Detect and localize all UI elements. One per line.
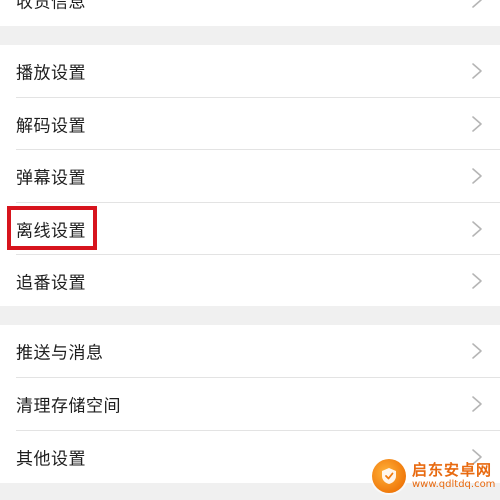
settings-item-decoding[interactable]: 解码设置 (0, 98, 500, 150)
settings-item-label: 弹幕设置 (16, 168, 86, 189)
watermark-title: 启东安卓网 (412, 461, 493, 480)
settings-item-clear-storage[interactable]: 清理存储空间 (0, 378, 500, 430)
chevron-right-icon (472, 0, 482, 8)
chevron-right-icon (472, 63, 482, 79)
watermark-url: www.qdltdq.com (412, 478, 496, 490)
settings-item-label: 推送与消息 (16, 343, 104, 364)
settings-item-label: 清理存储空间 (16, 396, 121, 417)
watermark: 启东安卓网 www.qdltdq.com (372, 452, 500, 500)
settings-item-label: 解码设置 (16, 116, 86, 137)
settings-item-label: 其他设置 (16, 449, 86, 470)
chevron-right-icon (472, 221, 482, 237)
chevron-right-icon (472, 273, 482, 289)
chevron-right-icon (472, 396, 482, 412)
settings-item-playback[interactable]: 播放设置 (0, 45, 500, 97)
settings-item-shipping-info[interactable]: 收货信息 (0, 0, 500, 26)
settings-item-push-messages[interactable]: 推送与消息 (0, 325, 500, 377)
settings-item-follow-anime[interactable]: 追番设置 (0, 255, 500, 307)
highlight-box (7, 206, 97, 250)
watermark-logo-icon (372, 459, 406, 493)
shield-icon (382, 468, 396, 484)
chevron-right-icon (472, 168, 482, 184)
settings-item-label: 播放设置 (16, 63, 86, 84)
settings-item-danmaku[interactable]: 弹幕设置 (0, 150, 500, 202)
settings-group-playback: 播放设置 解码设置 弹幕设置 离线设置 追番设置 (0, 45, 500, 306)
settings-group-top: 收货信息 (0, 0, 500, 26)
settings-item-label: 收货信息 (16, 0, 86, 13)
watermark-text: 启东安卓网 www.qdltdq.com (412, 462, 495, 490)
chevron-right-icon (472, 116, 482, 132)
chevron-right-icon (472, 343, 482, 359)
settings-item-label: 追番设置 (16, 273, 86, 294)
